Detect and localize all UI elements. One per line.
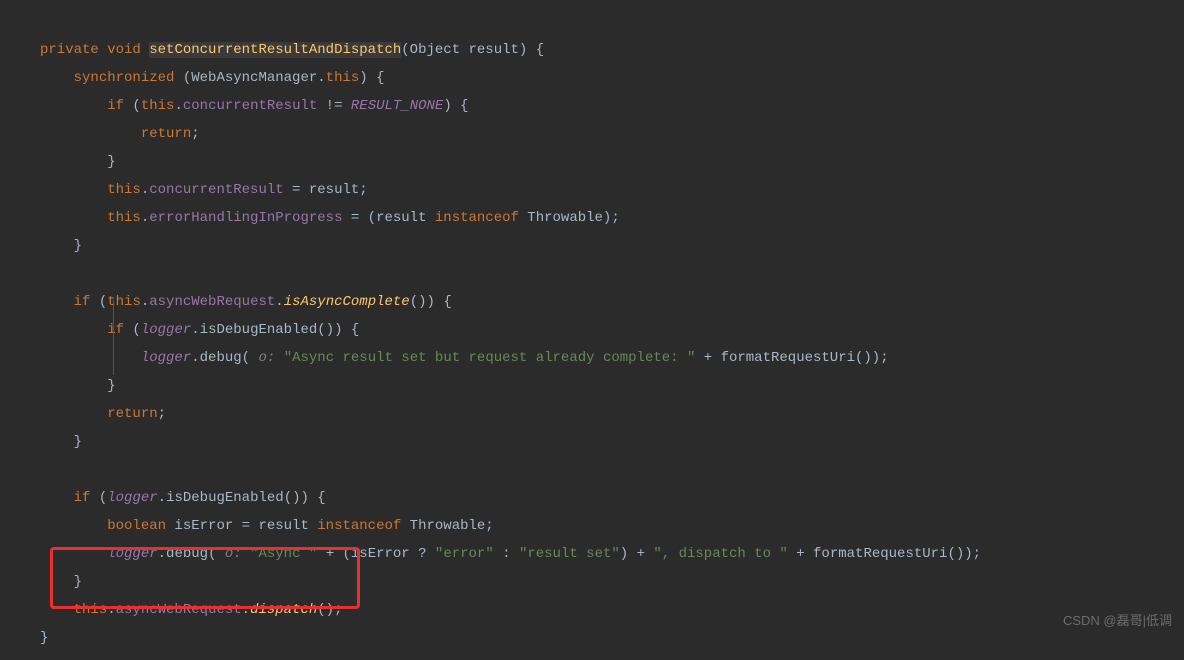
- code-line: private void setConcurrentResultAndDispa…: [40, 42, 544, 58]
- code-line: if (this.concurrentResult != RESULT_NONE…: [40, 98, 469, 114]
- code-line: return;: [40, 126, 200, 142]
- watermark-text: CSDN @磊哥|低调: [1063, 607, 1172, 635]
- code-line: }: [40, 154, 116, 170]
- code-line: synchronized (WebAsyncManager.this) {: [40, 70, 385, 86]
- code-line: logger.debug( o: "Async " + (isError ? "…: [40, 546, 981, 562]
- code-line: }: [40, 574, 82, 590]
- code-line: return;: [40, 406, 166, 422]
- code-line: }: [40, 630, 48, 646]
- code-line: }: [40, 238, 82, 254]
- code-line: if (logger.isDebugEnabled()) {: [40, 322, 359, 338]
- code-line: if (this.asyncWebRequest.isAsyncComplete…: [40, 294, 452, 310]
- code-line: }: [40, 378, 116, 394]
- code-line: if (logger.isDebugEnabled()) {: [40, 490, 326, 506]
- code-line: }: [40, 434, 82, 450]
- code-line: this.errorHandlingInProgress = (result i…: [40, 210, 620, 226]
- code-line: boolean isError = result instanceof Thro…: [40, 518, 494, 534]
- code-line: this.concurrentResult = result;: [40, 182, 368, 198]
- code-line: [40, 266, 48, 282]
- code-line: this.asyncWebRequest.dispatch();: [40, 602, 343, 618]
- indent-guide: [113, 300, 114, 375]
- code-line: [40, 462, 48, 478]
- code-editor[interactable]: private void setConcurrentResultAndDispa…: [0, 0, 1184, 660]
- code-line: logger.debug( o: "Async result set but r…: [40, 350, 889, 366]
